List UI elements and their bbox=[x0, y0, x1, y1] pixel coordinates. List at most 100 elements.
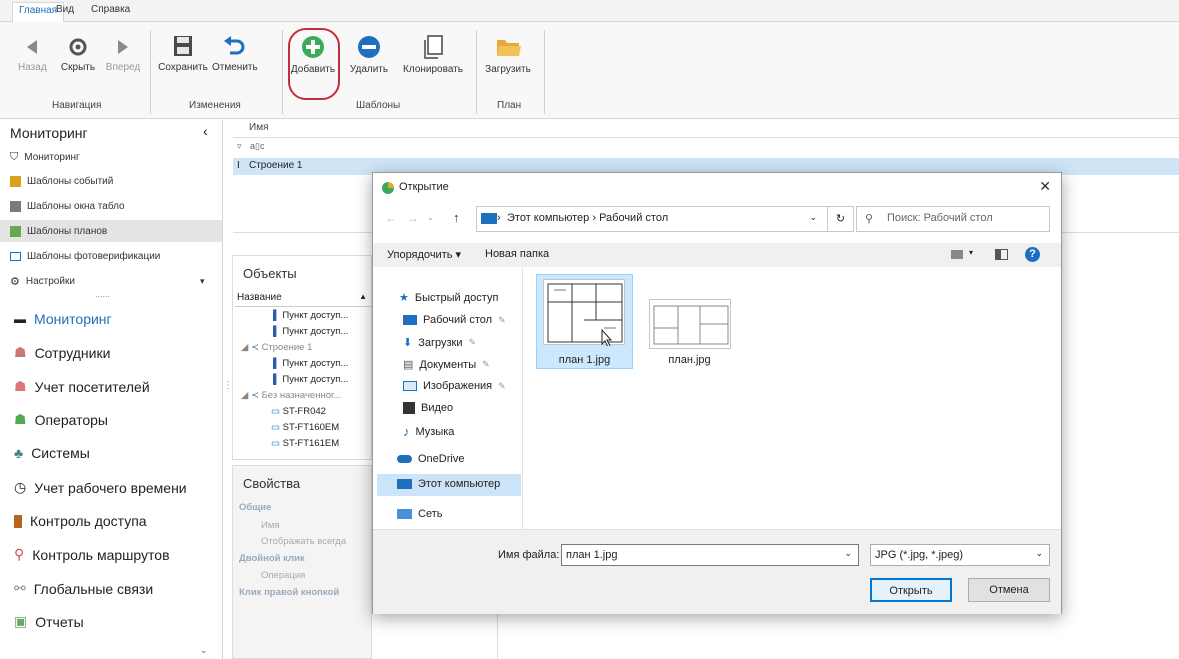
menu-bar: Главная Вид Справка bbox=[0, 0, 1179, 23]
chevron-down-icon[interactable]: ⌄ bbox=[1035, 548, 1043, 559]
tree-row[interactable]: ▌ Пункт доступ... bbox=[273, 326, 348, 337]
objects-column-header[interactable]: Название ▲ bbox=[235, 292, 371, 307]
door-icon bbox=[14, 514, 22, 528]
delete-button[interactable]: Удалить bbox=[346, 34, 392, 75]
copy-icon bbox=[424, 35, 443, 59]
tree-videos[interactable]: Видео bbox=[403, 402, 453, 414]
save-button[interactable]: Сохранить bbox=[158, 34, 208, 73]
nav-global-links[interactable]: ⚯ Глобальные связи bbox=[14, 580, 153, 597]
filename-input[interactable]: план 1.jpg ⌄ bbox=[561, 544, 859, 566]
video-icon bbox=[403, 402, 415, 414]
nav-employees[interactable]: ☗ Сотрудники bbox=[14, 344, 110, 361]
open-file-dialog: Открытие ✕ ← → ⌄ ↑ › Этот компьютер › Ра… bbox=[372, 172, 1062, 614]
help-icon[interactable]: ? bbox=[1025, 247, 1040, 262]
group-templates: Шаблоны bbox=[356, 100, 401, 111]
chevron-down-icon[interactable]: ⌄ bbox=[200, 645, 208, 656]
back-arrow-icon[interactable]: ← bbox=[385, 211, 397, 225]
hide-button[interactable]: Скрыть bbox=[56, 36, 100, 73]
undo-icon bbox=[224, 36, 245, 55]
filename-label: Имя файла: bbox=[498, 549, 560, 561]
close-icon[interactable]: ✕ bbox=[1039, 178, 1051, 195]
up-arrow-icon[interactable]: ↑ bbox=[453, 210, 460, 225]
sidebar-header: Мониторинг ‹ bbox=[10, 123, 208, 141]
tree-network[interactable]: Сеть bbox=[397, 508, 442, 520]
tree-downloads[interactable]: ⬇ Загрузки ✎ bbox=[403, 336, 476, 350]
computer-icon bbox=[397, 479, 412, 489]
menu-view[interactable]: Вид bbox=[56, 4, 74, 15]
load-button[interactable]: Загрузить bbox=[482, 34, 534, 75]
cancel-button[interactable]: Отмена bbox=[968, 578, 1050, 602]
sidebar-item-settings[interactable]: ⚙ Настройки ▾ bbox=[10, 275, 205, 288]
route-icon: ⚲ bbox=[14, 546, 25, 562]
tree-row[interactable]: ◢ ≺ Без назначенног... bbox=[241, 390, 341, 401]
forward-button[interactable]: Вперед bbox=[104, 36, 142, 73]
organize-button[interactable]: Упорядочить ▾ bbox=[387, 248, 461, 261]
preview-pane-icon[interactable] bbox=[995, 249, 1008, 260]
tree-music[interactable]: ♪ Музыка bbox=[403, 424, 454, 439]
shield-check-icon: ⛉ bbox=[10, 151, 19, 163]
tree-row[interactable]: ◢ ≺ Строение 1 bbox=[241, 342, 312, 353]
refresh-button[interactable]: ↻ bbox=[828, 206, 854, 232]
sidebar-item-photo-templates[interactable]: Шаблоны фотоверификации bbox=[10, 251, 160, 262]
nav-routes[interactable]: ⚲ Контроль маршрутов bbox=[14, 546, 170, 563]
new-folder-button[interactable]: Новая папка bbox=[485, 248, 549, 260]
link-icon: ⚯ bbox=[14, 580, 26, 596]
sidebar-splitter[interactable]: ...... bbox=[95, 289, 110, 299]
recent-dropdown-icon[interactable]: ⌄ bbox=[427, 213, 434, 222]
tree-row[interactable]: ▭ ST-FT161EM bbox=[271, 438, 339, 449]
nav-visitors[interactable]: ☗ Учет посетителей bbox=[14, 378, 150, 395]
employees-icon: ☗ bbox=[14, 344, 27, 360]
back-button[interactable]: Назад bbox=[18, 36, 47, 73]
properties-panel: Свойства Общие Имя Отображать всегда Дво… bbox=[232, 465, 372, 659]
sidebar-item-event-templates[interactable]: Шаблоны событий bbox=[10, 176, 113, 187]
tree-row[interactable]: ▭ ST-FR042 bbox=[271, 406, 326, 417]
nav-systems[interactable]: ♣ Системы bbox=[14, 445, 90, 461]
view-mode-icon[interactable] bbox=[951, 250, 963, 259]
breadcrumb-this-pc[interactable]: Этот компьютер bbox=[507, 212, 589, 224]
operators-icon: ☗ bbox=[14, 411, 27, 427]
network-icon bbox=[397, 509, 412, 519]
monitor-icon: ▬ bbox=[14, 312, 26, 326]
filter-row[interactable]: ▿ a▯c bbox=[237, 141, 265, 152]
nav-access-control[interactable]: Контроль доступа bbox=[14, 513, 147, 529]
floor-plan-image bbox=[547, 283, 623, 348]
tree-row[interactable]: ▭ ST-FT160EM bbox=[271, 422, 339, 433]
open-button[interactable]: Открыть bbox=[870, 578, 952, 602]
tree-row[interactable]: ▌ Пункт доступ... bbox=[273, 358, 348, 369]
systems-icon: ♣ bbox=[14, 445, 24, 461]
tree-this-pc[interactable]: Этот компьютер bbox=[397, 478, 500, 490]
download-icon: ⬇ bbox=[403, 337, 413, 349]
nav-monitoring[interactable]: ▬ Мониторинг bbox=[14, 311, 112, 327]
forward-arrow-icon[interactable]: → bbox=[407, 211, 419, 225]
nav-operators[interactable]: ☗ Операторы bbox=[14, 411, 108, 428]
tree-onedrive[interactable]: OneDrive bbox=[397, 453, 464, 465]
nav-reports[interactable]: ▣ Отчеты bbox=[14, 613, 84, 630]
eye-hide-icon bbox=[69, 38, 87, 56]
breadcrumb-desktop[interactable]: Рабочий стол bbox=[599, 212, 668, 224]
chevron-down-icon[interactable]: ⌄ bbox=[844, 548, 852, 559]
file-thumbnail[interactable] bbox=[649, 299, 731, 349]
app-icon bbox=[382, 182, 394, 194]
music-icon: ♪ bbox=[403, 424, 410, 439]
view-dropdown-icon[interactable]: ▾ bbox=[969, 248, 973, 257]
tree-documents[interactable]: ▤ Документы ✎ bbox=[403, 358, 490, 372]
sidebar-item-board-templates[interactable]: Шаблоны окна табло bbox=[10, 201, 125, 212]
path-dropdown-icon[interactable]: ⌄ bbox=[809, 212, 817, 223]
filetype-select[interactable]: JPG (*.jpg, *.jpeg) ⌄ bbox=[870, 544, 1050, 566]
nav-worktime[interactable]: ◷ Учет рабочего времени bbox=[14, 479, 187, 496]
menu-help[interactable]: Справка bbox=[91, 4, 130, 15]
sidebar-item-monitoring[interactable]: ⛉ Мониторинг bbox=[10, 151, 80, 164]
address-bar[interactable]: › Этот компьютер › Рабочий стол ⌄ bbox=[476, 206, 828, 232]
undo-button[interactable]: Отменить bbox=[212, 34, 258, 73]
clone-button[interactable]: Клонировать bbox=[398, 34, 468, 75]
tree-pictures[interactable]: Изображения ✎ bbox=[403, 380, 506, 392]
tree-quick-access[interactable]: ★ Быстрый доступ bbox=[399, 291, 498, 305]
tree-desktop[interactable]: Рабочий стол ✎ bbox=[403, 314, 506, 326]
tree-row[interactable]: ▌ Пункт доступ... bbox=[273, 374, 348, 385]
collapse-icon[interactable]: ‹ bbox=[203, 123, 208, 139]
dialog-toolbar: Упорядочить ▾ Новая папка ▾ ? bbox=[373, 243, 1061, 267]
sidebar-item-plan-templates[interactable]: Шаблоны планов bbox=[10, 226, 107, 237]
grid-header: Имя bbox=[233, 120, 1179, 138]
tree-row[interactable]: ▌ Пункт доступ... bbox=[273, 310, 348, 321]
search-input[interactable]: ⚲ Поиск: Рабочий стол bbox=[856, 206, 1050, 232]
